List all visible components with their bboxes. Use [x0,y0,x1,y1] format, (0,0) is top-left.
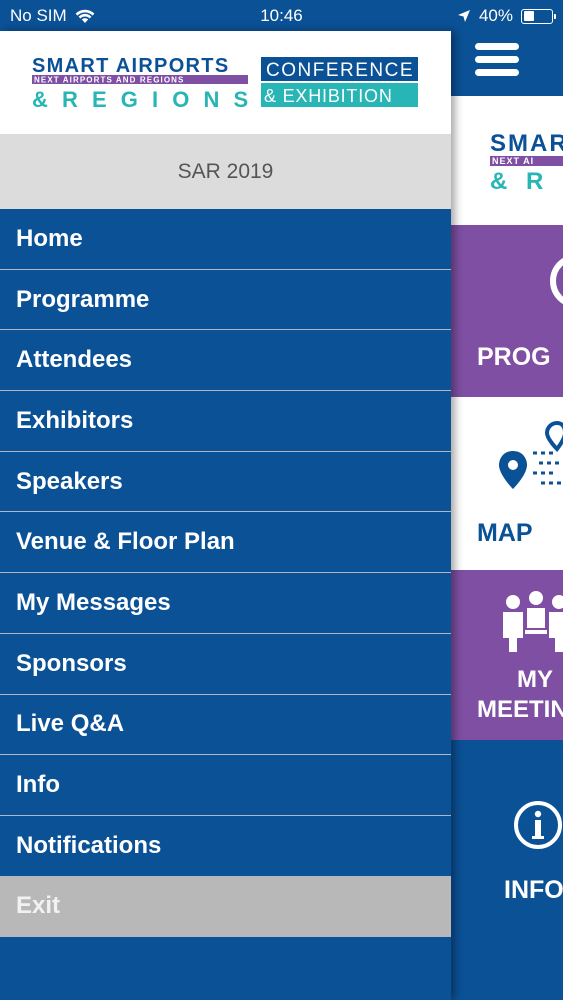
logo-box1: CONFERENCE [266,60,414,81]
logo-line3: & R E G I O N S [32,87,252,111]
logo-line1: SMART AIRPORTS [32,55,229,77]
menu-item-venue-floor-plan[interactable]: Venue & Floor Plan [0,512,451,574]
tile-programme-label: PROG [477,343,551,371]
menu-item-speakers[interactable]: Speakers [0,452,451,513]
menu-item-my-messages[interactable]: My Messages [0,573,451,634]
tile-maps[interactable]: MAP [451,397,563,570]
logo-box2: & EXHIBITION [264,86,393,106]
hamburger-menu-icon[interactable] [475,43,519,83]
navigation-drawer: SMART AIRPORTS NEXT AIRPORTS AND REGIONS… [0,31,451,1000]
status-bar: No SIM 10:46 40% [0,0,563,31]
map-route-icon [499,420,563,489]
menu-list: Home Programme Attendees Exhibitors Spea… [0,209,451,938]
menu-item-sponsors[interactable]: Sponsors [0,634,451,695]
tile-info-label: INFO [504,876,563,904]
menu-item-exhibitors[interactable]: Exhibitors [0,391,451,452]
battery-percent: 40% [478,6,513,25]
menu-item-exit[interactable]: Exit [0,876,451,938]
status-right: 40% [457,6,556,26]
location-arrow-icon [457,10,470,22]
info-icon [514,801,562,849]
menu-item-info[interactable]: Info [0,755,451,816]
menu-item-notifications[interactable]: Notifications [0,816,451,877]
drawer-logo: SMART AIRPORTS NEXT AIRPORTS AND REGIONS… [0,31,451,134]
tile-my-meetings-label-1: MY [517,666,553,693]
menu-item-attendees[interactable]: Attendees [0,330,451,392]
tile-my-meetings-label-2: MEETIN [477,696,563,723]
battery-fill [523,11,534,21]
menu-item-live-qa[interactable]: Live Q&A [0,695,451,756]
clock-icon [550,257,563,305]
home-logo-line3: & R [490,168,550,195]
home-logo-line1: SMAR [490,130,563,157]
tile-info[interactable]: INFO [451,740,563,1000]
home-header [451,31,563,96]
home-screen: SMAR NEXT AI & R PROG MAP MY MEETIN INFO [451,31,563,1000]
home-logo: SMAR NEXT AI & R [451,96,563,225]
tile-maps-label: MAP [477,519,533,547]
home-logo-line2: NEXT AI [490,156,563,166]
menu-item-home[interactable]: Home [0,209,451,270]
event-name-header: SAR 2019 [0,134,451,209]
smart-airports-logo: SMART AIRPORTS NEXT AIRPORTS AND REGIONS… [32,55,418,111]
menu-item-programme[interactable]: Programme [0,270,451,331]
tile-programme[interactable]: PROG [451,225,563,397]
logo-line2: NEXT AIRPORTS AND REGIONS [34,76,184,85]
battery-icon [521,8,556,24]
tile-my-meetings[interactable]: MY MEETIN [451,570,563,740]
meeting-people-icon [503,591,563,652]
